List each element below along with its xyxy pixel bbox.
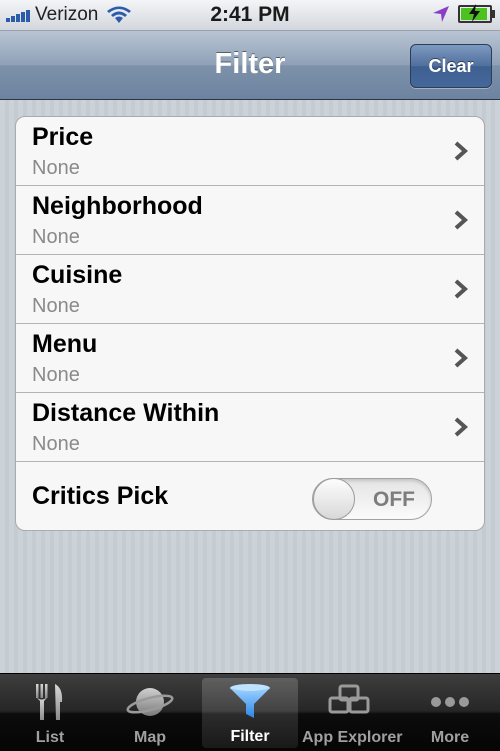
- windows-icon: [328, 684, 370, 714]
- tab-bar: List Map Filter App Explorer More: [0, 673, 500, 751]
- status-time: 2:41 PM: [210, 3, 290, 26]
- filter-title: Neighborhood: [32, 192, 203, 220]
- funnel-icon: [230, 684, 270, 718]
- tab-more[interactable]: More: [402, 674, 498, 751]
- toggle-state-label: OFF: [373, 488, 415, 511]
- location-arrow-icon: [433, 6, 449, 22]
- navigation-bar: Filter Clear: [0, 31, 500, 100]
- status-right: [432, 4, 495, 23]
- toggle-knob: [313, 478, 355, 520]
- status-bar: Verizon 2:41 PM: [0, 0, 500, 31]
- critics-pick-label: Critics Pick: [32, 482, 169, 510]
- filter-title: Cuisine: [32, 261, 123, 289]
- tab-filter[interactable]: Filter: [202, 678, 298, 748]
- tab-label: List: [35, 729, 65, 746]
- filter-title: Price: [32, 123, 94, 151]
- tab-list[interactable]: List: [2, 674, 98, 751]
- tab-map[interactable]: Map: [102, 674, 198, 751]
- chevron-right-icon: [454, 348, 469, 368]
- chevron-right-icon: [454, 417, 469, 437]
- filter-row-cuisine[interactable]: Cuisine None: [16, 255, 484, 324]
- filter-content: Price None Neighborhood None Cuisine Non…: [0, 100, 500, 673]
- filter-row-price[interactable]: Price None: [16, 117, 484, 186]
- tab-label: App Explorer: [302, 729, 403, 746]
- filter-value: None: [32, 157, 80, 179]
- filter-value: None: [32, 226, 80, 248]
- critics-pick-toggle[interactable]: OFF: [312, 478, 432, 520]
- more-dots-icon: [431, 697, 469, 707]
- filter-row-neighborhood[interactable]: Neighborhood None: [16, 186, 484, 255]
- chevron-right-icon: [454, 210, 469, 230]
- filter-row-critics-pick: Critics Pick OFF: [16, 462, 484, 530]
- tab-label: More: [430, 729, 470, 746]
- filter-row-distance-within[interactable]: Distance Within None: [16, 393, 484, 462]
- filter-row-menu[interactable]: Menu None: [16, 324, 484, 393]
- filter-value: None: [32, 364, 80, 386]
- battery-icon: [458, 4, 495, 23]
- filter-value: None: [32, 433, 80, 455]
- chevron-right-icon: [454, 279, 469, 299]
- filter-title: Menu: [32, 330, 98, 358]
- tab-label: Filter: [230, 728, 270, 745]
- tab-app-explorer[interactable]: App Explorer: [302, 674, 403, 751]
- filter-title: Distance Within: [32, 399, 220, 427]
- planet-icon: [126, 688, 174, 716]
- filter-value: None: [32, 295, 80, 317]
- filter-list: Price None Neighborhood None Cuisine Non…: [15, 116, 485, 531]
- tab-label: Map: [134, 729, 166, 746]
- chevron-right-icon: [454, 141, 469, 161]
- clear-button[interactable]: Clear: [410, 44, 492, 88]
- fork-knife-icon: [36, 684, 63, 720]
